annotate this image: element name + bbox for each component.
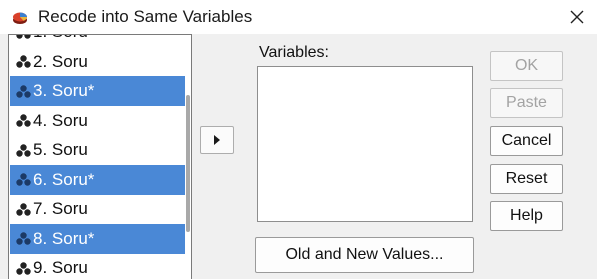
nominal-variable-icon xyxy=(16,261,31,275)
move-to-variables-button[interactable] xyxy=(200,126,234,154)
source-variable-list[interactable]: 9. Soru 8. Soru* 7. Soru 6. Soru* 5. Soru 4. … xyxy=(8,34,192,279)
target-variables-list[interactable] xyxy=(257,66,473,222)
spss-app-icon xyxy=(12,9,28,25)
close-button[interactable] xyxy=(560,2,594,32)
paste-button[interactable]: Paste xyxy=(490,88,563,118)
variable-label: 5. Soru xyxy=(33,140,88,159)
variable-list-item[interactable]: 7. Soru xyxy=(10,194,185,224)
variable-list-item[interactable]: 1. Soru xyxy=(10,35,185,47)
nominal-variable-icon xyxy=(16,143,31,157)
variable-label: 2. Soru xyxy=(33,51,88,71)
nominal-variable-icon xyxy=(16,173,31,186)
variable-list-item[interactable]: 2. Soru xyxy=(10,47,185,77)
reset-button[interactable]: Reset xyxy=(490,164,563,194)
variable-label: 8. Soru* xyxy=(33,228,95,248)
nominal-variable-icon xyxy=(16,55,31,68)
list-scrollbar-thumb[interactable] xyxy=(186,95,190,232)
nominal-variable-icon xyxy=(16,35,31,39)
nominal-variable-icon xyxy=(16,202,31,216)
variable-label: 7. Soru xyxy=(33,199,88,218)
variables-label: Variables: xyxy=(259,44,329,61)
old-and-new-values-button[interactable]: Old and New Values... xyxy=(255,237,474,273)
variable-list-item[interactable]: 5. Soru xyxy=(10,135,185,165)
variable-list-item[interactable]: 8. Soru* xyxy=(10,223,185,254)
variable-list-item[interactable]: 4. Soru xyxy=(10,106,185,136)
recode-dialog: Recode into Same Variables 9. Soru 8. Sor… xyxy=(0,0,597,279)
cancel-button[interactable]: Cancel xyxy=(490,126,563,156)
variable-label: 9. Soru xyxy=(33,258,88,277)
variable-list-item[interactable]: 9. Soru xyxy=(10,253,185,279)
nominal-variable-icon xyxy=(16,232,31,245)
variable-list-item[interactable]: 6. Soru* xyxy=(10,164,185,195)
variable-label: 6. Soru* xyxy=(33,169,95,189)
window-title: Recode into Same Variables xyxy=(38,7,253,26)
variable-label: 4. Soru xyxy=(33,110,88,130)
title-bar: Recode into Same Variables xyxy=(0,0,597,34)
variable-label: 3. Soru* xyxy=(33,81,95,100)
play-arrow-icon xyxy=(214,135,220,145)
help-button[interactable]: Help xyxy=(490,201,563,231)
variable-list-item[interactable]: 3. Soru* xyxy=(10,76,185,106)
ok-button[interactable]: OK xyxy=(490,51,563,81)
nominal-variable-icon xyxy=(16,84,31,98)
variable-label: 1. Soru xyxy=(33,35,88,47)
close-icon xyxy=(570,10,584,24)
nominal-variable-icon xyxy=(16,114,31,127)
